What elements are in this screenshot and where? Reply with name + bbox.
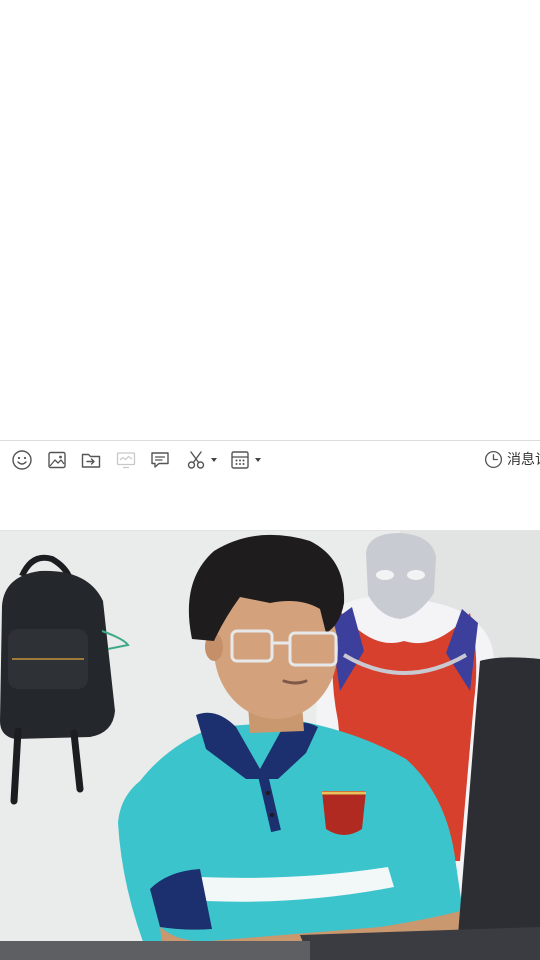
message-input[interactable] bbox=[0, 478, 540, 530]
message-input-area bbox=[0, 478, 540, 531]
screen-share-button[interactable] bbox=[115, 448, 137, 472]
screenshot-button[interactable] bbox=[185, 448, 217, 472]
screenshot-scissors-icon bbox=[187, 451, 205, 469]
webcam-image bbox=[0, 531, 540, 960]
more-apps-icon bbox=[231, 451, 249, 469]
emoji-icon bbox=[12, 450, 32, 470]
more-apps-button[interactable] bbox=[229, 448, 261, 472]
send-file-button[interactable] bbox=[80, 448, 102, 472]
message-area[interactable] bbox=[0, 0, 540, 440]
chat-toolbar: 消息记录 bbox=[0, 440, 540, 479]
message-history-button[interactable]: 消息记录 bbox=[484, 449, 540, 469]
screen-share-icon bbox=[116, 452, 136, 469]
chevron-down-icon bbox=[255, 458, 261, 462]
image-button[interactable] bbox=[46, 448, 68, 472]
send-file-icon bbox=[81, 453, 101, 468]
emoji-button[interactable] bbox=[11, 448, 33, 472]
message-history-label: 消息记录 bbox=[507, 451, 540, 467]
webcam-video-frame bbox=[0, 531, 540, 960]
clock-icon bbox=[484, 450, 503, 468]
comment-icon bbox=[151, 452, 169, 468]
chat-window: 消息记录 bbox=[0, 0, 540, 960]
chevron-down-icon bbox=[211, 458, 217, 462]
comment-button[interactable] bbox=[149, 448, 171, 472]
image-icon bbox=[48, 451, 66, 469]
